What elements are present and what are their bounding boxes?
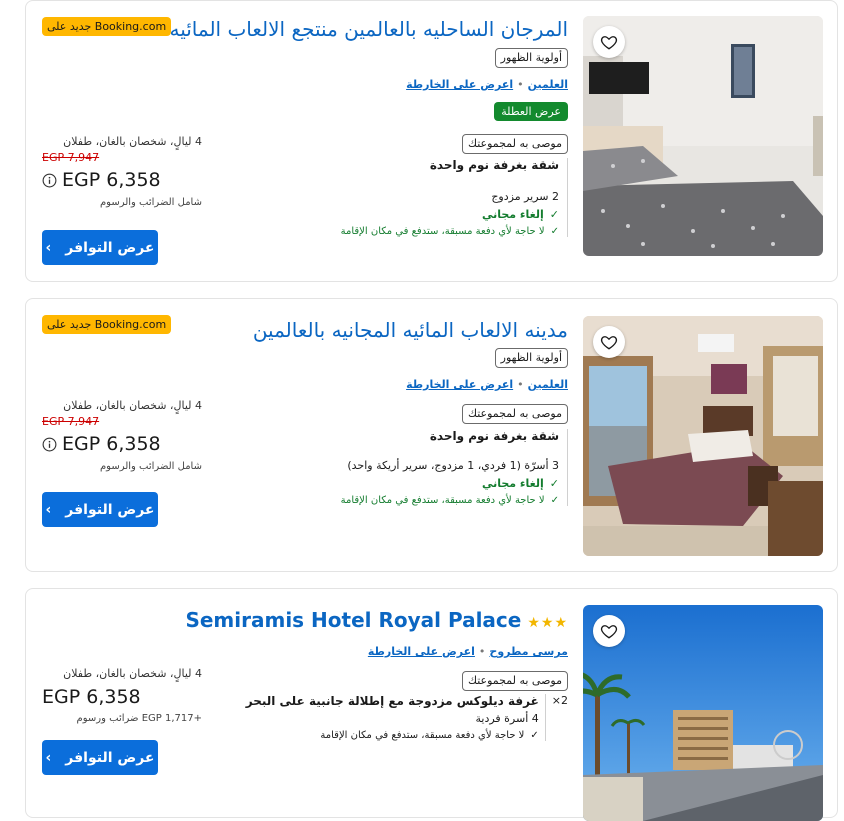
new-on-booking-badge: جديد على Booking.com bbox=[42, 17, 172, 36]
stay-info: 4 ليالٍ، شخصان بالغان، طفلان bbox=[63, 399, 202, 412]
heart-icon bbox=[600, 336, 618, 350]
property-card[interactable]: مدينه الالعاب المائيه المجانيه بالعالمين… bbox=[25, 298, 838, 572]
recommended-chip: موصى به لمجموعتك bbox=[461, 404, 568, 424]
check-icon: ✓ bbox=[549, 477, 559, 490]
check-icon: ✓ bbox=[530, 730, 539, 741]
deal-badge: عرض العطلة bbox=[494, 102, 568, 121]
location-link[interactable]: العلمين bbox=[528, 78, 568, 91]
heart-icon bbox=[600, 625, 618, 639]
bed-info: 2 سرير مزدوج bbox=[491, 190, 559, 203]
button-label: عرض التوافر bbox=[65, 239, 155, 256]
room-quantity: 2× bbox=[551, 694, 568, 707]
location-link[interactable]: العلمين bbox=[528, 378, 568, 391]
check-icon: ✓ bbox=[549, 208, 559, 221]
button-label: عرض التوافر bbox=[65, 749, 155, 766]
favorite-button[interactable] bbox=[593, 615, 625, 647]
see-availability-button[interactable]: ‹ عرض التوافر bbox=[42, 740, 158, 775]
show-on-map-link[interactable]: اعرض على الخارطة bbox=[368, 645, 475, 658]
original-price: EGP 7,947 bbox=[42, 151, 100, 164]
recommended-chip: موصى به لمجموعتك bbox=[461, 671, 568, 691]
taxes-note: +EGP 1,717 ضرائب ورسوم bbox=[76, 713, 202, 724]
original-price: EGP 7,947 bbox=[42, 415, 100, 428]
check-icon: ✓ bbox=[550, 226, 559, 237]
chevron-left-icon: ‹ bbox=[45, 501, 52, 518]
property-card[interactable]: المرجان الساحليه بالعالمين منتجع الالعاب… bbox=[25, 0, 838, 282]
taxes-note: شامل الضرائب والرسوم bbox=[99, 197, 202, 208]
no-prepayment: لا حاجة لأي دفعة مسبقة، ستدفع في مكان ال… bbox=[340, 495, 545, 506]
stay-info: 4 ليالٍ، شخصان بالغان، طفلان bbox=[63, 667, 202, 680]
current-price: EGP 6,358 bbox=[62, 433, 161, 455]
chevron-left-icon: ‹ bbox=[45, 749, 52, 766]
room-name: شقة بغرفة نوم واحدة bbox=[429, 429, 559, 443]
property-title[interactable]: المرجان الساحليه بالعالمين منتجع الالعاب… bbox=[169, 16, 568, 42]
no-prepayment: لا حاجة لأي دفعة مسبقة، ستدفع في مكان ال… bbox=[320, 730, 525, 741]
bed-info: 3 أسرّة (1 فردي، 1 مزدوج، سرير أريكة واح… bbox=[347, 459, 559, 472]
location-link[interactable]: مرسى مطروح bbox=[489, 645, 568, 658]
free-cancellation: إلغاء مجاني bbox=[481, 477, 544, 490]
recommended-chip: موصى به لمجموعتك bbox=[461, 134, 568, 154]
button-label: عرض التوافر bbox=[65, 501, 155, 518]
priority-chip: أولوية الظهور bbox=[494, 348, 568, 368]
property-photo[interactable] bbox=[583, 316, 823, 556]
heart-icon bbox=[600, 36, 618, 50]
no-prepayment: لا حاجة لأي دفعة مسبقة، ستدفع في مكان ال… bbox=[340, 226, 545, 237]
check-icon: ✓ bbox=[550, 495, 559, 506]
current-price: EGP 6,358 bbox=[62, 169, 161, 191]
property-photo[interactable] bbox=[583, 605, 823, 821]
see-availability-button[interactable]: ‹ عرض التوافر bbox=[42, 230, 158, 265]
taxes-note: شامل الضرائب والرسوم bbox=[99, 461, 202, 472]
stay-info: 4 ليالٍ، شخصان بالغان، طفلان bbox=[63, 135, 202, 148]
bed-info: 4 أسرة فردية bbox=[475, 712, 539, 725]
show-on-map-link[interactable]: اعرض على الخارطة bbox=[406, 78, 513, 91]
current-price: EGP 6,358 bbox=[42, 686, 141, 708]
property-title[interactable]: Semiramis Hotel Royal Palace bbox=[185, 608, 521, 632]
favorite-button[interactable] bbox=[593, 326, 625, 358]
favorite-button[interactable] bbox=[593, 26, 625, 58]
room-details: 2× غرفة ديلوكس مزدوجة مع إطلالة جانبية ع… bbox=[196, 694, 568, 741]
room-details: شقة بغرفة نوم واحدة 2 سرير مزدوج ✓ إلغاء … bbox=[196, 158, 568, 237]
see-availability-button[interactable]: ‹ عرض التوافر bbox=[42, 492, 158, 527]
star-rating: ★★★ bbox=[527, 615, 568, 631]
property-card[interactable]: ★★★ Semiramis Hotel Royal Palace مرسى مطر… bbox=[25, 588, 838, 821]
property-photo[interactable] bbox=[583, 16, 823, 256]
new-on-booking-badge: جديد على Booking.com bbox=[42, 315, 172, 334]
show-on-map-link[interactable]: اعرض على الخارطة bbox=[406, 378, 513, 391]
priority-chip: أولوية الظهور bbox=[494, 48, 568, 68]
chevron-left-icon: ‹ bbox=[45, 239, 52, 256]
room-name: غرفة ديلوكس مزدوجة مع إطلالة جانبية على … bbox=[245, 694, 539, 708]
separator-dot: • bbox=[517, 378, 524, 391]
separator-dot: • bbox=[517, 78, 524, 91]
property-title[interactable]: مدينه الالعاب المائيه المجانيه بالعالمين bbox=[196, 317, 568, 343]
room-details: شقة بغرفة نوم واحدة 3 أسرّة (1 فردي، 1 م… bbox=[196, 429, 568, 506]
free-cancellation: إلغاء مجاني bbox=[481, 208, 544, 221]
info-icon[interactable] bbox=[42, 437, 57, 452]
info-icon[interactable] bbox=[42, 173, 57, 188]
room-name: شقة بغرفة نوم واحدة bbox=[429, 158, 559, 172]
separator-dot: • bbox=[478, 645, 486, 658]
